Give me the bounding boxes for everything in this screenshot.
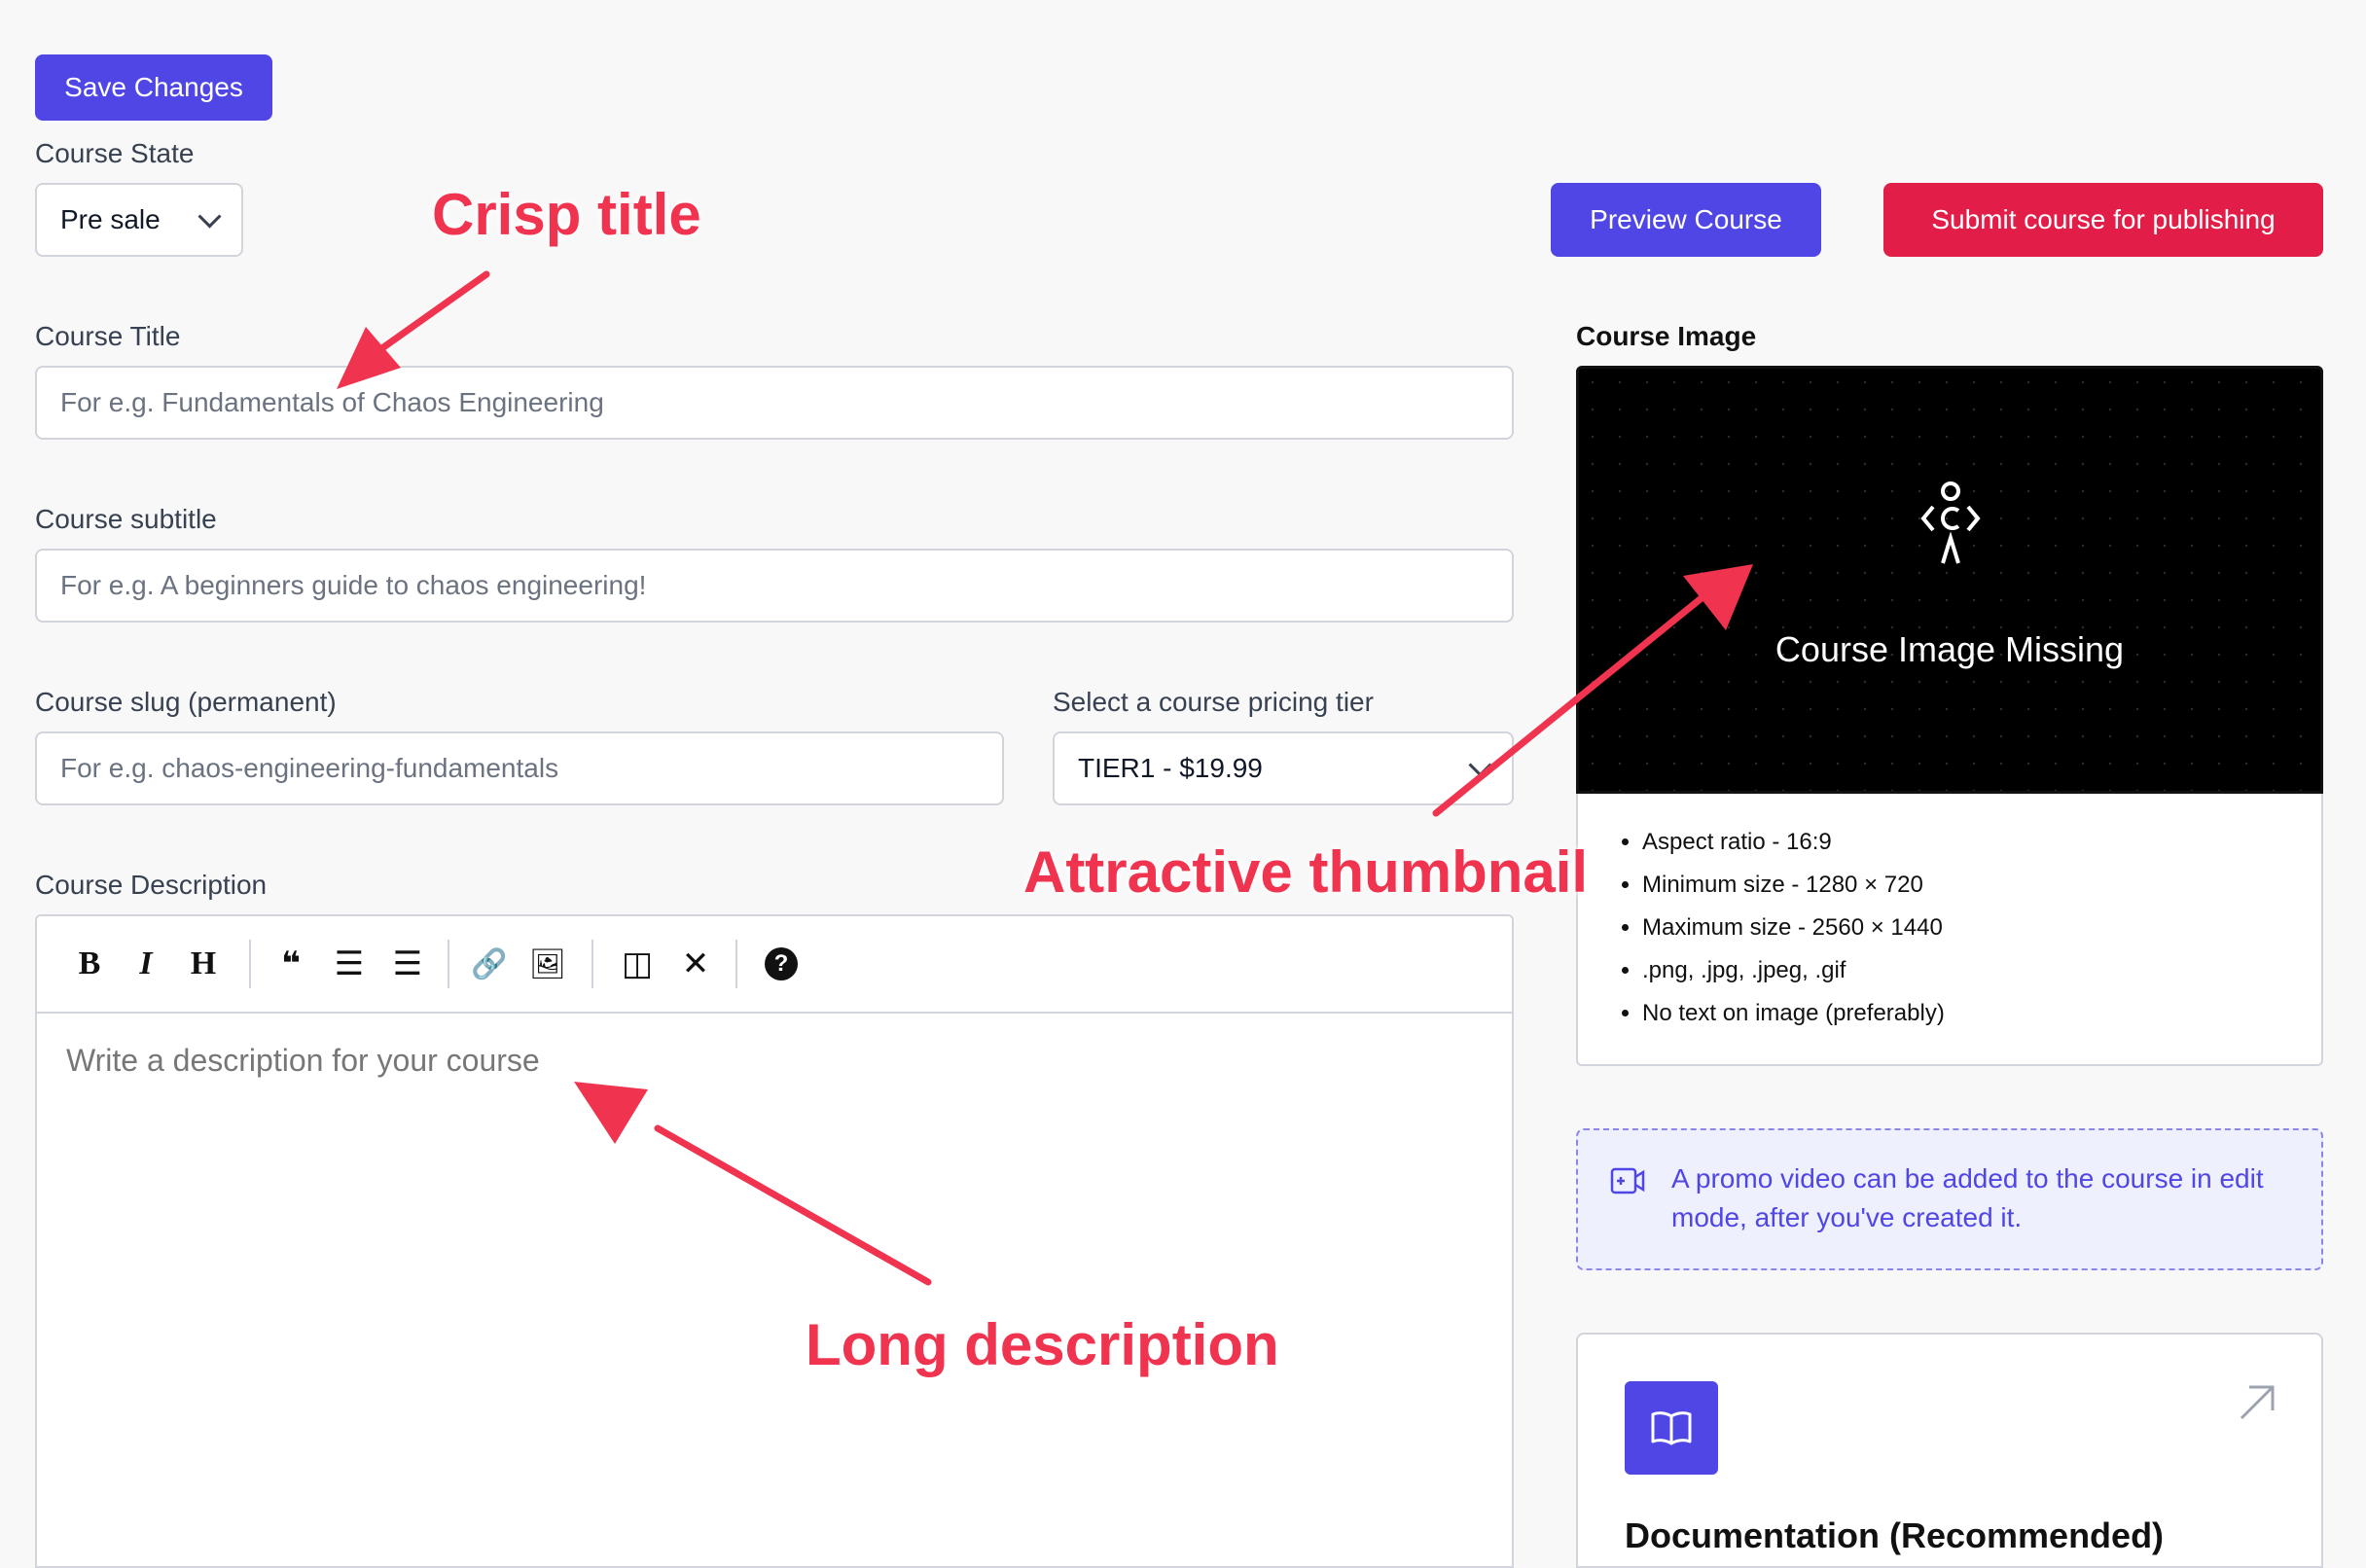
- pricing-tier-select[interactable]: TIER1 - $19.99: [1053, 731, 1514, 805]
- toolbar-divider: [249, 940, 251, 988]
- arrow-up-right-icon: [2240, 1385, 2275, 1420]
- course-subtitle-input[interactable]: For e.g. A beginners guide to chaos engi…: [35, 549, 1514, 623]
- course-state-label: Course State: [35, 138, 195, 168]
- quote-icon[interactable]: ❝: [270, 944, 311, 984]
- description-placeholder: Write a description for your course: [66, 1043, 540, 1078]
- submit-course-button[interactable]: Submit course for publishing: [1883, 183, 2323, 257]
- course-title-input[interactable]: For e.g. Fundamentals of Chaos Engineeri…: [35, 366, 1514, 440]
- italic-icon[interactable]: I: [128, 944, 163, 984]
- promo-video-text: A promo video can be added to the course…: [1671, 1163, 2264, 1232]
- codu-logo-icon: [1920, 481, 1981, 564]
- toolbar-divider: [735, 940, 737, 988]
- pricing-tier-label: Select a course pricing tier: [1053, 687, 1374, 717]
- course-subtitle-label: Course subtitle: [35, 504, 217, 534]
- requirement-item: No text on image (preferably): [1642, 992, 2321, 1035]
- link-icon[interactable]: 🔗: [469, 944, 510, 984]
- chevron-down-icon: [1468, 753, 1492, 777]
- ordered-list-icon[interactable]: ☰: [387, 944, 428, 984]
- course-slug-input[interactable]: For e.g. chaos-engineering-fundamentals: [35, 731, 1004, 805]
- toolbar-divider: [592, 940, 593, 988]
- course-title-label: Course Title: [35, 321, 181, 351]
- chevron-down-icon: [197, 204, 222, 229]
- bold-icon[interactable]: B: [72, 944, 107, 984]
- course-description-label: Course Description: [35, 870, 268, 900]
- course-title-placeholder: For e.g. Fundamentals of Chaos Engineeri…: [60, 387, 604, 417]
- video-plus-icon: [1610, 1167, 1645, 1194]
- preview-course-button[interactable]: Preview Course: [1551, 183, 1821, 257]
- title-arrow: [376, 270, 490, 354]
- pricing-tier-value: TIER1 - $19.99: [1078, 753, 1263, 783]
- annotation-long-description: Long description: [806, 1312, 1279, 1377]
- course-subtitle-placeholder: For e.g. A beginners guide to chaos engi…: [60, 570, 647, 600]
- help-icon[interactable]: ?: [765, 947, 798, 980]
- promo-video-notice: A promo video can be added to the course…: [1576, 1128, 2323, 1270]
- fullscreen-icon[interactable]: ✕: [675, 944, 716, 984]
- course-state-select[interactable]: Pre sale: [35, 183, 243, 257]
- documentation-title: Documentation (Recommended): [1625, 1515, 2165, 1555]
- requirement-item: .png, .jpg, .jpeg, .gif: [1642, 949, 2321, 992]
- course-slug-placeholder: For e.g. chaos-engineering-fundamentals: [60, 753, 559, 783]
- requirement-item: Maximum size - 2560 × 1440: [1642, 907, 2321, 949]
- documentation-card[interactable]: Documentation (Recommended): [1576, 1333, 2323, 1568]
- side-by-side-icon[interactable]: ◫: [617, 944, 658, 984]
- course-slug-label: Course slug (permanent): [35, 687, 337, 717]
- unordered-list-icon[interactable]: ☰: [329, 944, 370, 984]
- toolbar-divider: [448, 940, 449, 988]
- book-icon: [1625, 1381, 1718, 1475]
- save-changes-button[interactable]: Save Changes: [35, 54, 272, 121]
- annotation-attractive-thumbnail: Attractive thumbnail: [1023, 839, 1589, 905]
- image-requirements: Aspect ratio - 16:9 Minimum size - 1280 …: [1576, 794, 2323, 1066]
- course-image-label: Course Image: [1576, 321, 1757, 351]
- editor-toolbar: B I H ❝ ☰ ☰ 🔗 🖼 ◫ ✕ ?: [37, 916, 1512, 1014]
- annotation-crisp-title: Crisp title: [432, 182, 701, 247]
- requirement-item: Minimum size - 1280 × 720: [1642, 864, 2321, 907]
- course-state-value: Pre sale: [60, 204, 161, 234]
- image-icon[interactable]: 🖼: [527, 944, 568, 984]
- course-image-dropzone[interactable]: Course Image Missing: [1576, 366, 2323, 794]
- course-image-missing-text: Course Image Missing: [1774, 629, 2125, 669]
- requirement-item: Aspect ratio - 16:9: [1642, 821, 2321, 864]
- description-editor[interactable]: B I H ❝ ☰ ☰ 🔗 🖼 ◫ ✕ ? Write a descriptio…: [35, 914, 1514, 1568]
- heading-icon[interactable]: H: [183, 944, 224, 984]
